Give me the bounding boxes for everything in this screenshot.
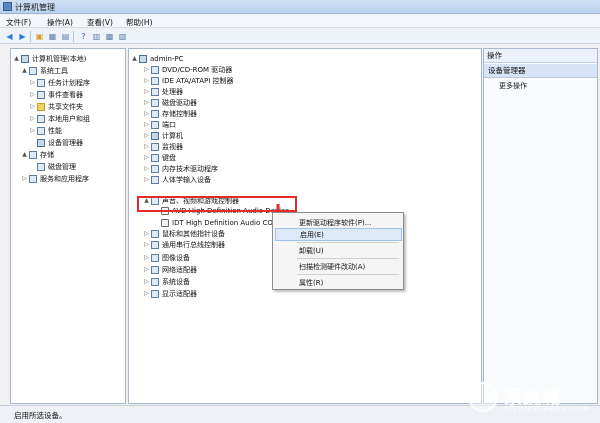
device-category-monitors[interactable]: ▷ 监视器 xyxy=(143,141,183,152)
users-icon xyxy=(37,114,45,123)
device-manager-icon xyxy=(37,138,45,147)
usb-icon xyxy=(151,240,159,249)
device-category-computer[interactable]: ▷ 计算机 xyxy=(143,130,183,141)
performance-icon xyxy=(37,126,45,135)
actions-header: 操作 xyxy=(484,49,597,63)
memory-icon xyxy=(151,164,159,173)
toolbar: ◀ ▶ ▣ ▦ ▤ ? ▥ ▩ ▧ xyxy=(0,29,600,44)
mouse-icon xyxy=(151,229,159,238)
device-category-imaging[interactable]: ▷ 图像设备 xyxy=(143,252,190,263)
computer-icon xyxy=(21,54,29,63)
actions-section-device-manager[interactable]: 设备管理器 xyxy=(484,64,597,78)
tree-item-task-scheduler[interactable]: ▷ 任务计划程序 xyxy=(29,77,90,88)
disk-management-icon xyxy=(37,162,45,171)
dvd-drive-icon xyxy=(151,65,159,74)
port-icon xyxy=(151,120,159,129)
device-category-ports[interactable]: ▷ 端口 xyxy=(143,119,176,130)
tree-item-computer-management[interactable]: ▲ 计算机管理(本地) xyxy=(13,53,86,64)
menu-help[interactable]: 帮助(H) xyxy=(126,17,153,28)
left-tree-pane: ▲ 计算机管理(本地) ▲ 系统工具 ▷ 任务计划程序 ▷ 事件查看器 ▷ 共享文件夹 ▷… xyxy=(10,48,126,404)
tree-item-services-apps[interactable]: ▷ 服务和应用程序 xyxy=(21,173,89,184)
show-hide-tree-icon[interactable]: ▦ xyxy=(47,31,58,42)
watermark: 系统城 XITONGCHENG.COM xyxy=(468,382,598,420)
context-properties[interactable]: 属性(R) xyxy=(275,276,402,289)
camera-icon xyxy=(151,253,159,262)
context-enable[interactable]: 启用(E) xyxy=(275,228,402,241)
device-category-dvd[interactable]: ▷ DVD/CD-ROM 驱动器 xyxy=(143,64,232,75)
processor-icon xyxy=(151,87,159,96)
device-category-disks[interactable]: ▷ 磁盘驱动器 xyxy=(143,97,197,108)
update-driver-icon[interactable]: ▧ xyxy=(117,31,128,42)
keyboard-icon xyxy=(151,153,159,162)
actions-pane: 操作 设备管理器 更多操作 xyxy=(483,48,598,404)
services-icon xyxy=(29,174,37,183)
device-category-memory[interactable]: ▷ 内存技术驱动程序 xyxy=(143,163,218,174)
menu-view[interactable]: 查看(V) xyxy=(87,17,113,28)
system-tools-icon xyxy=(29,66,37,75)
monitor-icon xyxy=(151,142,159,151)
menu-file[interactable]: 文件(F) xyxy=(6,17,31,28)
scan-hardware-icon[interactable]: ▩ xyxy=(104,31,115,42)
watermark-sub-text: XITONGCHENG.COM xyxy=(504,405,591,413)
device-category-processors[interactable]: ▷ 处理器 xyxy=(143,86,183,97)
tree-item-performance[interactable]: ▷ 性能 xyxy=(29,125,62,136)
status-text: 启用所选设备。 xyxy=(14,411,67,420)
context-uninstall[interactable]: 卸载(U) xyxy=(275,244,402,257)
tree-item-device-manager[interactable]: 设备管理器 xyxy=(29,137,83,148)
tree-item-shared-folders[interactable]: ▷ 共享文件夹 xyxy=(29,101,83,112)
watermark-logo-icon xyxy=(468,382,498,412)
help-icon[interactable]: ? xyxy=(78,31,89,42)
ide-controller-icon xyxy=(151,76,159,85)
device-node-admin-pc[interactable]: ▲ admin-PC xyxy=(131,53,184,64)
context-scan-hardware[interactable]: 扫描检测硬件改动(A) xyxy=(275,260,402,273)
device-category-usb[interactable]: ▷ 通用串行总线控制器 xyxy=(143,239,225,250)
back-icon[interactable]: ◀ xyxy=(4,31,15,42)
menu-bar: 文件(F) 操作(A) 查看(V) 帮助(H) xyxy=(0,15,600,28)
tree-item-storage[interactable]: ▲ 存储 xyxy=(21,149,54,160)
display-adapter-icon xyxy=(151,289,159,298)
title-bar: 计算机管理 xyxy=(0,0,600,14)
system-device-icon xyxy=(151,277,159,286)
window-title: 计算机管理 xyxy=(15,3,55,12)
device-category-ide[interactable]: ▷ IDE ATA/ATAPI 控制器 xyxy=(143,75,234,86)
computer-management-icon xyxy=(3,2,12,11)
device-context-menu: 更新驱动程序软件(P)... 启用(E) 卸载(U) 扫描检测硬件改动(A) 属… xyxy=(272,212,404,290)
task-scheduler-icon xyxy=(37,78,45,87)
tree-item-local-users[interactable]: ▷ 本地用户和组 xyxy=(29,113,90,124)
more-actions-link[interactable]: 更多操作 xyxy=(499,81,527,91)
device-category-keyboards[interactable]: ▷ 键盘 xyxy=(143,152,176,163)
tree-item-system-tools[interactable]: ▲ 系统工具 xyxy=(21,65,68,76)
device-category-display[interactable]: ▷ 显示适配器 xyxy=(143,288,197,299)
tree-item-disk-management[interactable]: 磁盘管理 xyxy=(29,161,76,172)
device-idt-audio[interactable]: IDT High Definition Audio CO xyxy=(153,217,273,228)
forward-icon[interactable]: ▶ xyxy=(17,31,28,42)
disk-drive-icon xyxy=(151,98,159,107)
up-folder-icon[interactable]: ▣ xyxy=(34,31,45,42)
shared-folder-icon xyxy=(37,102,45,111)
properties-icon[interactable]: ▤ xyxy=(60,31,71,42)
device-category-mice[interactable]: ▷ 鼠标和其他指针设备 xyxy=(143,228,225,239)
computer-icon xyxy=(139,54,147,63)
device-category-network[interactable]: ▷ 网络适配器 xyxy=(143,264,197,275)
tree-item-event-viewer[interactable]: ▷ 事件查看器 xyxy=(29,89,83,100)
menu-action[interactable]: 操作(A) xyxy=(47,17,73,28)
network-adapter-icon xyxy=(151,265,159,274)
view-icon[interactable]: ▥ xyxy=(91,31,102,42)
event-viewer-icon xyxy=(37,90,45,99)
storage-icon xyxy=(29,150,37,159)
hid-icon xyxy=(151,175,159,184)
device-category-storage-controllers[interactable]: ▷ 存储控制器 xyxy=(143,108,197,119)
device-highlight-box xyxy=(137,196,297,212)
computer-icon xyxy=(151,131,159,140)
device-category-system[interactable]: ▷ 系统设备 xyxy=(143,276,190,287)
storage-controller-icon xyxy=(151,109,159,118)
audio-device-icon xyxy=(161,218,169,227)
device-category-hid[interactable]: ▷ 人体学输入设备 xyxy=(143,174,211,185)
